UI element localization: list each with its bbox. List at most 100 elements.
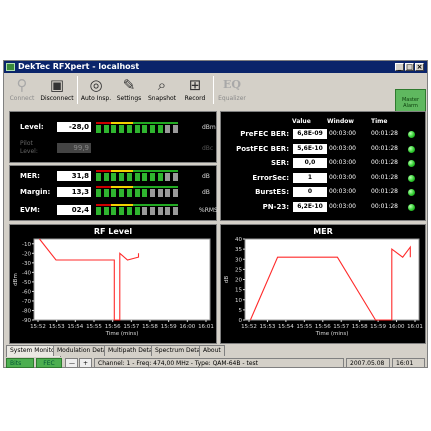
x-tick-label: 16:00 <box>389 324 405 330</box>
minimize-button[interactable]: _ <box>395 63 404 71</box>
status-time: 16:01 <box>392 358 425 368</box>
y-tick-label: -10 <box>22 242 31 248</box>
rf-level-chart-panel: RF Level -10 -20 -30 -40 -50 -60 -70 -80 -90 15:5… <box>9 224 217 344</box>
status-led <box>408 174 415 182</box>
channel-info: Channel: 1 - Freq: 474,00 MHz - Type: QA… <box>94 358 344 368</box>
mer-chart: 051015202530354015:52 15:53 15:54 15:55 15:5… <box>224 237 423 337</box>
error-row-window: 00:03:00 <box>329 144 356 152</box>
bar-segment <box>126 173 132 181</box>
bar-segment <box>134 189 140 197</box>
bar-segment <box>173 207 178 215</box>
eq-icon: EQ <box>223 78 241 91</box>
bar-segment <box>111 125 117 133</box>
snapshot-label: Snapshot <box>147 95 177 102</box>
bar-scale <box>96 122 178 124</box>
margin-label: Margin: <box>20 188 51 196</box>
equalizer-button[interactable]: EQ Equalizer <box>216 75 248 105</box>
margin-unit: dB <box>202 189 210 196</box>
bar-segment <box>111 189 117 197</box>
connect-button[interactable]: ⚲ Connect <box>7 75 37 105</box>
settings-button[interactable]: ✎ Settings <box>114 75 144 105</box>
bar-segment <box>142 189 148 197</box>
error-row-time: 00:01:28 <box>371 130 398 137</box>
mer-bar <box>96 170 178 181</box>
connect-label: Connect <box>9 95 35 102</box>
x-tick-label: 16:01 <box>198 324 214 330</box>
mer-unit: dB <box>202 173 210 180</box>
record-icon: ⊞ <box>188 76 202 94</box>
app-window: DekTec RFXpert - localhost _ □ × ⚲ Conne… <box>3 60 428 368</box>
pilot-value: 99,9 <box>57 143 91 153</box>
app-icon <box>6 63 15 71</box>
level-bar <box>96 122 178 133</box>
close-button[interactable]: × <box>415 63 424 71</box>
pilot-level-label: Level: <box>20 148 38 155</box>
evm-bar <box>96 204 178 215</box>
record-button[interactable]: ⊞ Record <box>180 75 210 105</box>
bar-segment <box>119 207 125 215</box>
maximize-button[interactable]: □ <box>405 63 414 71</box>
x-tick-label: 15:53 <box>49 324 65 330</box>
bar-segment <box>111 207 117 215</box>
y-tick-label: 5 <box>239 308 243 314</box>
x-tick-label: 15:57 <box>333 324 349 330</box>
y-tick-label: -80 <box>22 308 31 314</box>
error-row-time: 00:01:28 <box>371 188 398 195</box>
status-date: 2007.05.08 <box>346 358 390 368</box>
error-row-window: 00:03:00 <box>329 188 356 195</box>
rf-level-chart: -10-20-30-40-50-60-70-80-9015:52 15:53 15:… <box>13 238 214 337</box>
x-tick-label: 15:59 <box>370 324 386 330</box>
y-tick-label: 15 <box>235 288 242 294</box>
x-tick-label: 15:56 <box>315 324 331 330</box>
mer-chart-panel: MER 0 5 10 15 20 25 30 35 40 15:52 15:53 15:54 15:55… <box>220 224 426 344</box>
bar-segment <box>111 173 117 181</box>
y-tick-label: 40 <box>235 237 242 243</box>
x-tick-label: 15:54 <box>67 324 83 330</box>
y-axis-label: dBm <box>13 273 19 286</box>
bar-segment <box>103 173 109 181</box>
time-header: Time <box>371 118 388 125</box>
status-led <box>408 160 415 167</box>
evm-value: 02,4 <box>57 205 91 215</box>
auto-inspect-button[interactable]: ◎ Auto Insp. <box>80 75 112 105</box>
error-row-value: 0 <box>293 187 327 197</box>
tab-about[interactable]: About <box>199 345 225 356</box>
bar-segment <box>149 173 155 181</box>
evm-label: EVM: <box>20 206 40 214</box>
error-row-label: PN-23: <box>262 202 289 211</box>
status-led <box>408 131 415 138</box>
zoom-in-button[interactable]: + <box>79 358 92 368</box>
bar-segment <box>119 125 125 133</box>
status-led <box>408 189 415 196</box>
x-tick-label: 15:58 <box>352 324 368 330</box>
plot-area <box>244 238 420 321</box>
plot-area <box>33 238 211 321</box>
x-tick-label: 15:52 <box>30 324 46 330</box>
window-header: Window <box>327 118 354 125</box>
y-tick-label: -60 <box>22 289 31 295</box>
bar-segment <box>142 125 148 133</box>
y-tick-label: -20 <box>22 251 31 257</box>
zoom-out-button[interactable]: — <box>65 358 78 368</box>
bar-segment <box>96 173 101 181</box>
bar-scale <box>96 170 178 172</box>
bar-scale <box>96 204 178 206</box>
level-panel: Level: -28,0 dBm Pilot Level: 99,9 dBc <box>9 111 217 163</box>
bar-segment <box>134 207 140 215</box>
disconnect-button[interactable]: ▣ Disconnect <box>39 75 75 105</box>
status-led <box>408 203 415 211</box>
bar-segment <box>157 207 163 215</box>
error-row-label: PostFEC BER: <box>236 144 289 153</box>
error-row-label: PreFEC BER: <box>240 130 289 138</box>
error-row-window: 00:03:00 <box>329 130 356 137</box>
bar-segment <box>165 125 171 133</box>
x-tick-label: 16:01 <box>407 324 423 330</box>
error-row-time: 00:01:28 <box>371 144 398 152</box>
fec-indicator: FEC <box>36 358 62 368</box>
title-bar: DekTec RFXpert - localhost _ □ × <box>4 61 427 73</box>
error-row-value: 1 <box>293 172 327 183</box>
y-tick-label: 25 <box>235 267 242 273</box>
bar-segment <box>173 173 178 181</box>
bar-segment <box>103 189 109 197</box>
snapshot-button[interactable]: ⌕ Snapshot <box>146 75 178 105</box>
